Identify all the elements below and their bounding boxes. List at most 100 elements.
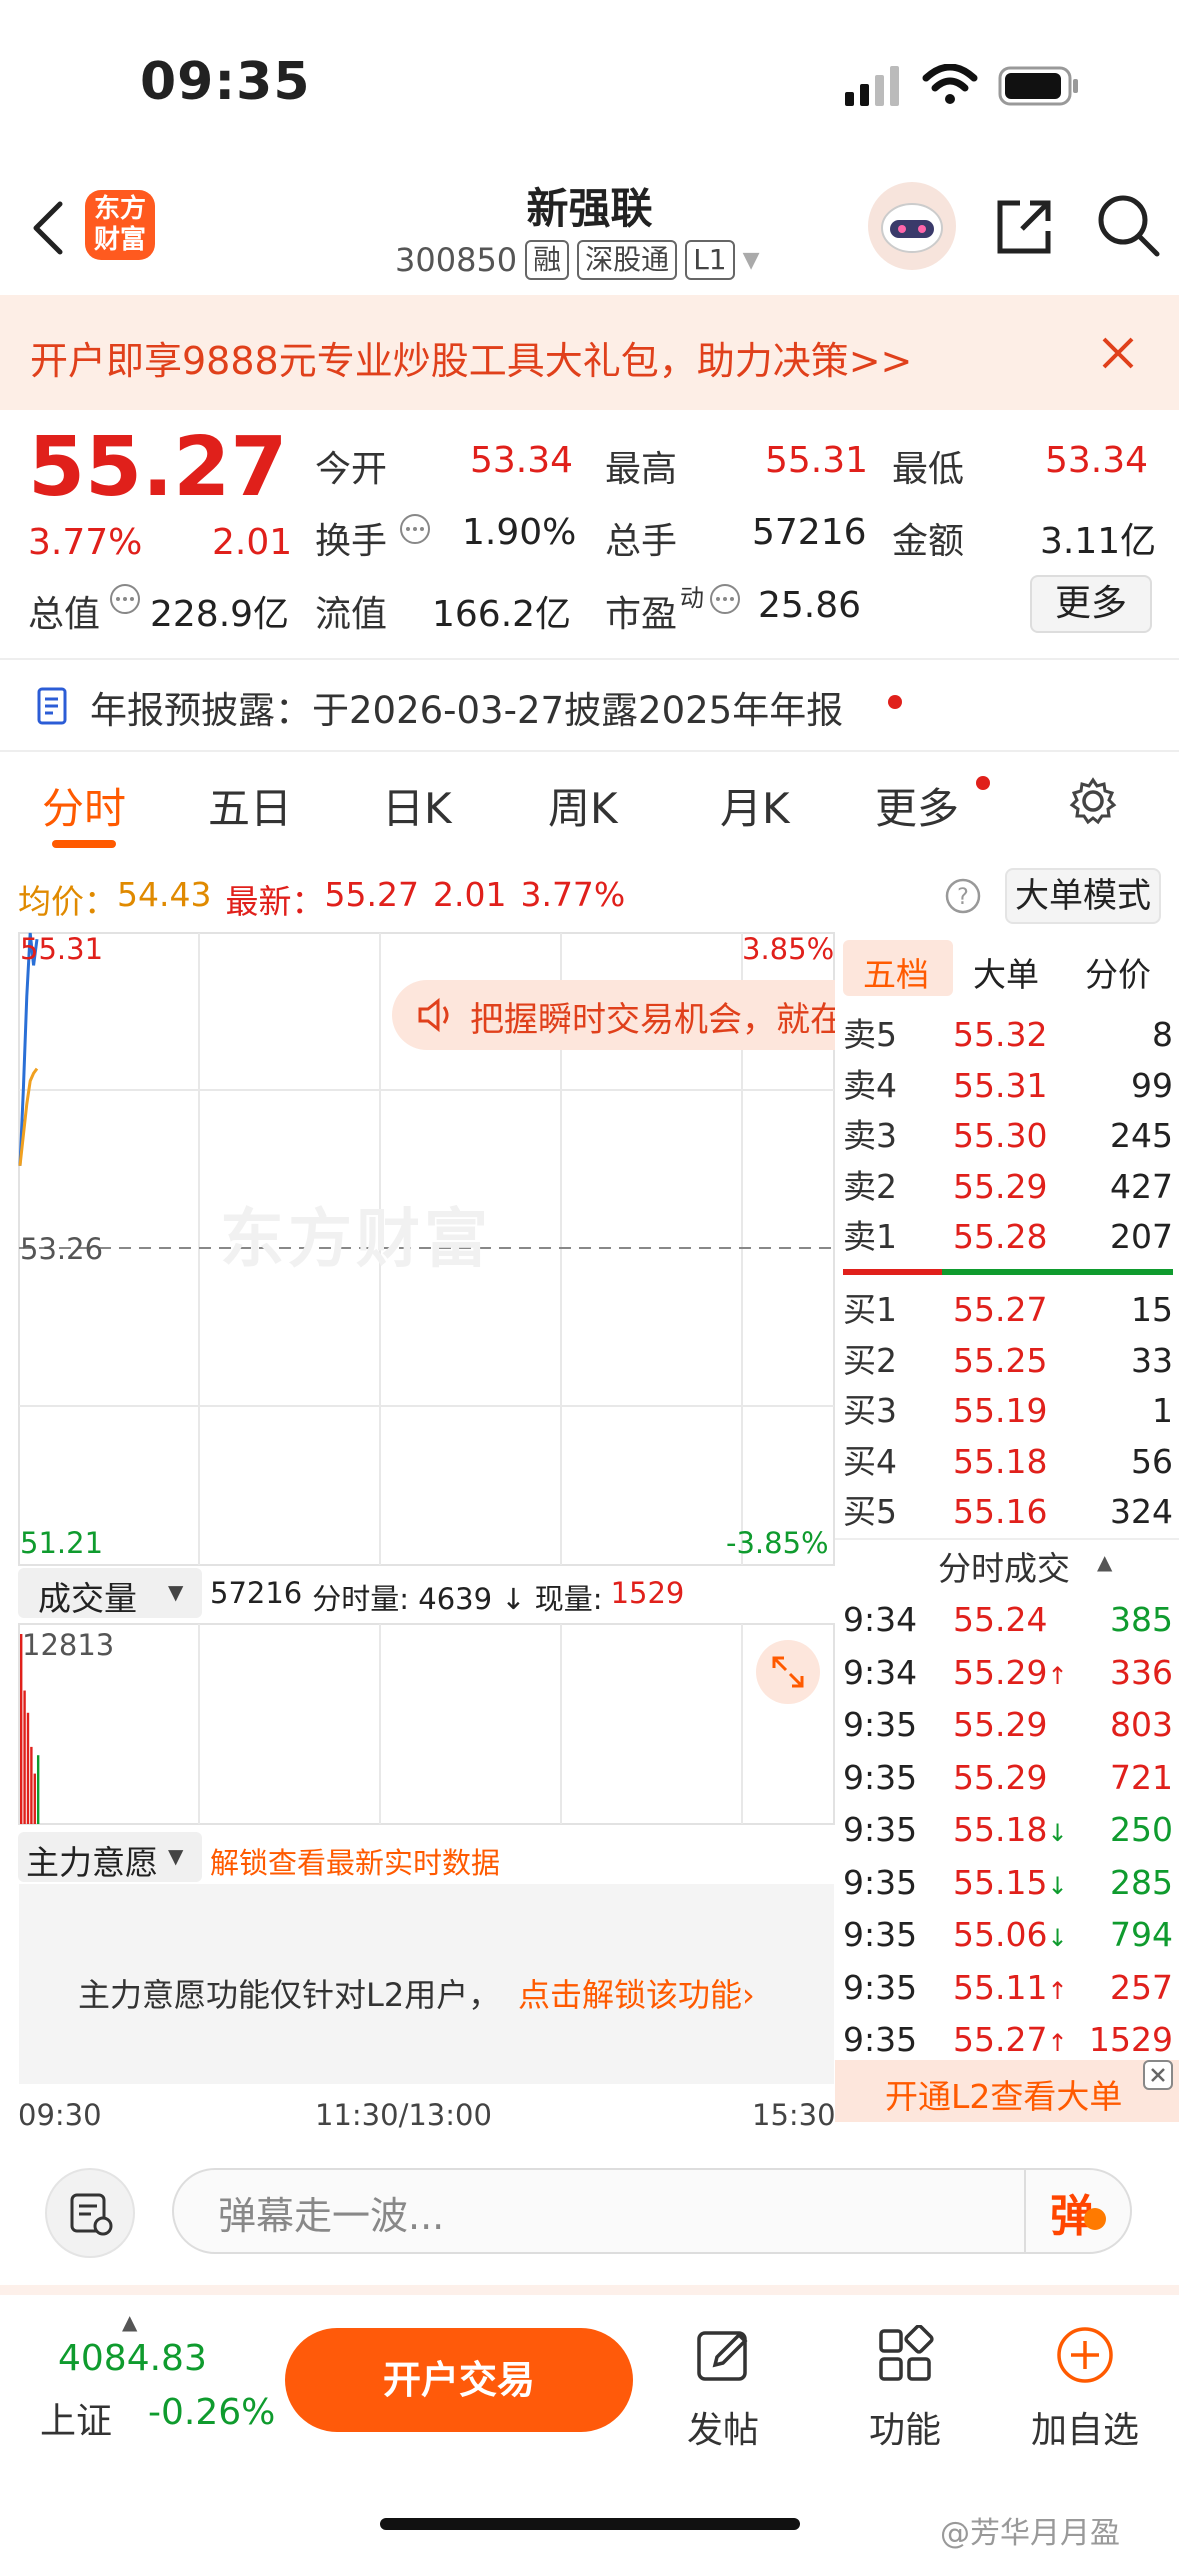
info-dots-icon[interactable]	[398, 512, 432, 546]
stock-subtitle[interactable]: 300850 融 深股通 L1 ▼	[395, 240, 760, 280]
divider	[1024, 2170, 1026, 2252]
order-price: 55.18	[953, 1441, 1048, 1481]
trade-qty: 794	[1110, 1915, 1173, 1954]
close-icon[interactable]	[1100, 335, 1136, 371]
arrow-up-icon: ↑	[1047, 1661, 1068, 1690]
main-force-unlock-link[interactable]: 解锁查看最新实时数据	[210, 1840, 500, 1882]
big-order-mode-button[interactable]: 大单模式	[1005, 868, 1161, 924]
order-level-label: 买5	[843, 1492, 897, 1531]
trades-title[interactable]: 分时成交	[938, 1542, 1070, 1590]
order-price: 55.16	[953, 1492, 1048, 1531]
chevron-down-icon: ▼	[168, 1580, 184, 1604]
volume-bar	[20, 1634, 23, 1824]
trade-price: 55.29	[953, 1753, 1047, 1803]
main-force-selector[interactable]: 主力意愿 ▼	[18, 1832, 202, 1882]
tab-big-orders[interactable]: 大单	[973, 948, 1039, 996]
nav-post[interactable]: 发帖	[648, 2325, 798, 2453]
tab-price-breakdown[interactable]: 分价	[1085, 948, 1151, 996]
tab-intraday[interactable]: 分时	[42, 775, 126, 836]
order-qty: 33	[1131, 1340, 1173, 1380]
latest-pct: 3.77%	[520, 875, 626, 914]
footer-watermark: @芳华月月盈	[940, 2516, 1120, 2551]
search-icon[interactable]	[1095, 192, 1163, 260]
trade-qty: 285	[1110, 1862, 1173, 1902]
trade-price-value: 55.29	[953, 1652, 1048, 1692]
signal-icon	[845, 66, 899, 106]
trade-price: 55.11↑	[953, 1963, 1068, 2016]
volume-bars	[20, 1634, 40, 1824]
divider	[0, 658, 1179, 660]
l2-promo-bar[interactable]: 开通L2查看大单	[835, 2060, 1179, 2122]
order-book-row[interactable]: 卖5 55.32 8	[843, 1010, 1173, 1060]
order-book-row[interactable]: 买5 55.16 324	[843, 1487, 1173, 1537]
tab-monthly-k[interactable]: 月K	[720, 775, 790, 836]
tab-daily-k[interactable]: 日K	[382, 775, 452, 836]
promo-pill-text: 把握瞬时交易机会，就在	[470, 1000, 835, 1040]
share-icon[interactable]	[992, 195, 1056, 259]
divider	[835, 1538, 1179, 1540]
promo-banner-text[interactable]: 开户即享9888元专业炒股工具大礼包，助力决策>>	[30, 330, 912, 385]
intraday-chart[interactable]	[18, 932, 835, 2092]
main-force-unlock-button[interactable]: 点击解锁该功能›	[518, 1970, 755, 2016]
index-value[interactable]: 4084.83	[58, 2338, 207, 2379]
trade-row: 9:34 55.29↑ 336	[843, 1648, 1173, 1698]
order-book-row[interactable]: 买2 55.25 33	[843, 1336, 1173, 1386]
order-book-row[interactable]: 买4 55.18 56	[843, 1437, 1173, 1487]
turnover-value: 1.90%	[462, 512, 577, 553]
order-price: 55.29	[953, 1166, 1048, 1206]
expand-button[interactable]	[756, 1640, 820, 1704]
annual-report-notice[interactable]: 年报预披露：于2026-03-27披露2025年年报	[90, 680, 843, 734]
tab-five-levels[interactable]: 五档	[843, 940, 953, 996]
nav-functions[interactable]: 功能	[830, 2324, 980, 2453]
trade-row: 9:34 55.24 385	[843, 1595, 1173, 1645]
add-circle-icon	[1057, 2327, 1113, 2383]
tab-weekly-k[interactable]: 周K	[548, 775, 618, 836]
bid-ask-ratio-bar	[843, 1269, 1173, 1275]
y-axis-bottom: 51.21	[20, 1526, 104, 1560]
pct-axis-top: 3.85%	[742, 932, 835, 966]
info-dots-icon[interactable]	[108, 582, 142, 616]
robot-avatar-icon[interactable]	[866, 180, 958, 272]
order-qty: 1	[1152, 1391, 1173, 1430]
order-book-row[interactable]: 卖1 55.28 207	[843, 1212, 1173, 1262]
low-label: 最低	[892, 449, 965, 490]
l2-close-button[interactable]	[1143, 2060, 1173, 2090]
help-icon[interactable]: ?	[944, 877, 982, 915]
order-book-row[interactable]: 卖3 55.30 245	[843, 1111, 1173, 1161]
trade-row: 9:35 55.06↓ 794	[843, 1910, 1173, 1960]
info-dots-icon[interactable]	[708, 582, 742, 616]
open-value: 53.34	[470, 440, 574, 481]
trade-row: 9:35 55.27↑ 1529	[843, 2015, 1173, 2065]
tab-more-dot	[976, 776, 990, 790]
index-name[interactable]: 上证	[40, 2392, 112, 2444]
order-book-row[interactable]: 买1 55.27 15	[843, 1285, 1173, 1335]
comment-list-button[interactable]	[45, 2168, 135, 2258]
order-qty: 8	[1152, 1015, 1173, 1054]
order-book-row[interactable]: 买3 55.19 1	[843, 1386, 1173, 1436]
pct-axis-bottom: -3.85%	[726, 1526, 829, 1560]
promo-pill[interactable]: 把握瞬时交易机会，就在	[392, 980, 835, 1050]
order-level-label: 买4	[843, 1441, 897, 1481]
tab-more[interactable]: 更多	[875, 775, 959, 836]
trade-price-value: 55.29	[953, 1705, 1048, 1744]
open-account-trade-button[interactable]: 开户交易	[285, 2328, 633, 2432]
order-book-row[interactable]: 卖4 55.31 99	[843, 1061, 1173, 1111]
edit-icon	[697, 2331, 748, 2381]
order-book-row[interactable]: 卖2 55.29 427	[843, 1162, 1173, 1212]
index-pct[interactable]: -0.26%	[148, 2392, 275, 2433]
nav-add-watchlist[interactable]: 加自选	[1010, 2325, 1160, 2453]
trade-time: 9:34	[843, 1600, 918, 1639]
volume-bar	[36, 1755, 40, 1824]
settings-icon[interactable]	[1068, 776, 1118, 826]
pe-label: 市盈	[605, 594, 678, 635]
tab-five-day[interactable]: 五日	[208, 775, 292, 836]
status-bar: 09:35	[0, 0, 1179, 170]
order-book-panel: 五档 大单 分价 卖5 55.32 8 卖4 55.31 99 卖3 55.30 245 卖2 55…	[835, 930, 1179, 2122]
comment-settings-icon	[70, 2193, 113, 2236]
order-price: 55.30	[953, 1116, 1048, 1155]
trade-price: 55.06↓	[953, 1910, 1068, 1963]
change-amount: 2.01	[212, 522, 293, 563]
open-label: 今开	[315, 449, 388, 490]
volume-selector[interactable]: 成交量 ▼	[18, 1568, 202, 1618]
more-button[interactable]: 更多	[1030, 575, 1152, 633]
